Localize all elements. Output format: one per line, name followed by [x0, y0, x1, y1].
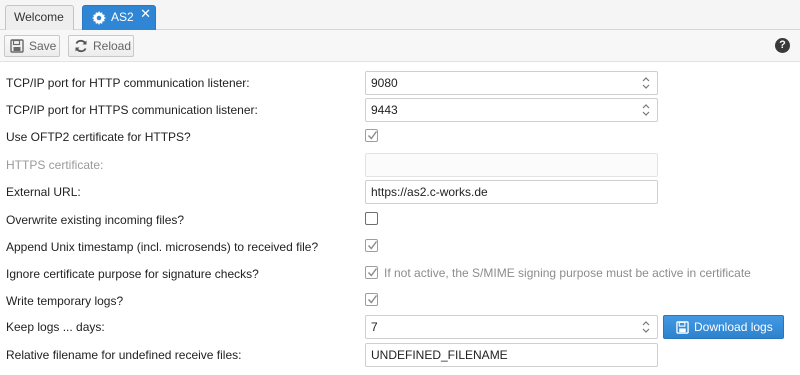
close-icon[interactable]: ✕ [140, 2, 151, 25]
checkmark-icon [367, 241, 378, 250]
row-undefined-filename: Relative filename for undefined receive … [0, 343, 800, 370]
external-url-input[interactable]: https://as2.c-works.de [365, 180, 658, 204]
checkmark-icon [367, 295, 378, 304]
undefined-filename-label: Relative filename for undefined receive … [6, 348, 242, 362]
download-logs-button[interactable]: Download logs [663, 315, 784, 339]
tab-as2[interactable]: AS2 ✕ [82, 5, 156, 30]
row-ignore-cert-purpose: Ignore certificate purpose for signature… [0, 262, 800, 289]
help-icon[interactable]: ? [775, 38, 790, 53]
https-cert-label: HTTPS certificate: [6, 158, 104, 172]
ignore-cert-purpose-note: If not active, the S/MIME signing purpos… [384, 266, 751, 280]
tab-bar: Welcome AS2 ✕ [0, 0, 800, 30]
tab-welcome[interactable]: Welcome [5, 5, 74, 30]
external-url-value: https://as2.c-works.de [371, 185, 488, 199]
toolbar: Save Reload [0, 30, 800, 62]
download-logs-label: Download logs [694, 320, 773, 334]
undefined-filename-value: UNDEFINED_FILENAME [371, 348, 508, 362]
floppy-icon [676, 321, 689, 334]
https-cert-input [365, 153, 658, 177]
https-port-value: 9443 [371, 103, 398, 117]
keep-logs-label: Keep logs ... days: [6, 320, 105, 334]
use-oftp2-cert-checkbox[interactable] [365, 129, 378, 142]
overwrite-files-checkbox[interactable] [365, 212, 378, 225]
http-port-value: 9080 [371, 76, 398, 90]
http-port-input[interactable]: 9080 [365, 71, 658, 95]
http-port-label: TCP/IP port for HTTP communication liste… [6, 76, 250, 90]
keep-logs-input[interactable]: 7 [365, 315, 658, 339]
row-http-port: TCP/IP port for HTTP communication liste… [0, 71, 800, 98]
overwrite-files-label: Overwrite existing incoming files? [6, 213, 185, 227]
temp-logs-label: Write temporary logs? [6, 294, 124, 308]
row-keep-logs: Keep logs ... days: 7 Download logs [0, 315, 800, 342]
append-timestamp-label: Append Unix timestamp (incl. microsends)… [6, 240, 319, 254]
external-url-label: External URL: [6, 185, 81, 199]
save-button[interactable]: Save [4, 35, 60, 57]
row-overwrite-files: Overwrite existing incoming files? [0, 208, 800, 235]
gear-icon [92, 11, 106, 25]
ignore-cert-purpose-checkbox[interactable] [365, 266, 378, 279]
undefined-filename-input[interactable]: UNDEFINED_FILENAME [365, 343, 658, 367]
save-button-label: Save [29, 39, 57, 53]
checkmark-icon [367, 131, 378, 140]
row-https-cert: HTTPS certificate: [0, 153, 800, 180]
row-external-url: External URL: https://as2.c-works.de [0, 180, 800, 207]
temp-logs-checkbox[interactable] [365, 293, 378, 306]
append-timestamp-checkbox[interactable] [365, 239, 378, 252]
reload-button[interactable]: Reload [68, 35, 134, 57]
reload-button-label: Reload [93, 39, 132, 53]
row-https-port: TCP/IP port for HTTPS communication list… [0, 98, 800, 125]
spinner-icon[interactable] [641, 102, 651, 118]
use-oftp2-cert-label: Use OFTP2 certificate for HTTPS? [6, 130, 191, 144]
spinner-icon[interactable] [641, 75, 651, 91]
refresh-icon [75, 39, 87, 53]
ignore-cert-purpose-label: Ignore certificate purpose for signature… [6, 267, 259, 281]
row-append-timestamp: Append Unix timestamp (incl. microsends)… [0, 235, 800, 262]
tab-welcome-label: Welcome [14, 10, 64, 24]
keep-logs-value: 7 [371, 320, 378, 334]
spinner-icon[interactable] [641, 319, 651, 335]
checkmark-icon [367, 268, 378, 277]
floppy-icon [10, 39, 24, 53]
https-port-label: TCP/IP port for HTTPS communication list… [6, 103, 258, 117]
row-use-oftp2-cert: Use OFTP2 certificate for HTTPS? [0, 125, 800, 152]
row-temp-logs: Write temporary logs? [0, 289, 800, 316]
https-port-input[interactable]: 9443 [365, 98, 658, 122]
tab-as2-label: AS2 [111, 10, 134, 24]
